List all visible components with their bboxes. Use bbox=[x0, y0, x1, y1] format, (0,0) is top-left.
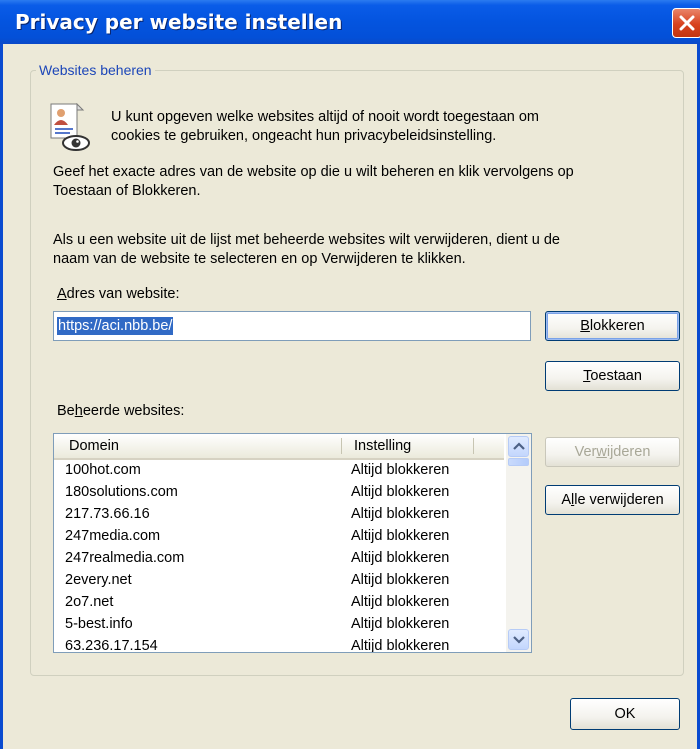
scroll-down-button[interactable] bbox=[508, 629, 529, 650]
privacy-report-icon bbox=[50, 103, 90, 151]
remove-all-button[interactable]: Alle verwijderen bbox=[545, 485, 680, 515]
scroll-thumb[interactable] bbox=[508, 458, 529, 466]
managed-websites-label: Beheerde websites: bbox=[57, 402, 184, 421]
allow-label: oestaan bbox=[590, 368, 642, 384]
table-row[interactable]: 5-best.info Altijd blokkeren bbox=[54, 615, 504, 637]
row-setting: Altijd blokkeren bbox=[351, 594, 450, 610]
block-accesskey: B bbox=[580, 318, 590, 334]
block-label: lokkeren bbox=[589, 318, 645, 334]
instructions-p2-line2: naam van de website te selecteren en op … bbox=[53, 251, 466, 267]
table-row[interactable]: 247realmedia.com Altijd blokkeren bbox=[54, 549, 504, 571]
column-header-domain[interactable]: Domein bbox=[69, 438, 119, 454]
list-header: Domein Instelling bbox=[54, 434, 504, 460]
remove-all-label-rest: le verwijderen bbox=[574, 492, 664, 508]
row-domain: 247media.com bbox=[65, 528, 161, 544]
window-title: Privacy per website instellen bbox=[15, 10, 343, 34]
remove-all-label-pre: A bbox=[561, 492, 571, 508]
row-setting: Altijd blokkeren bbox=[351, 484, 450, 500]
row-domain: 247realmedia.com bbox=[65, 550, 185, 566]
row-setting: Altijd blokkeren bbox=[351, 638, 450, 653]
column-separator[interactable] bbox=[473, 438, 474, 454]
managed-label-rest: eerde websites: bbox=[82, 403, 185, 419]
website-address-value: https://aci.nbb.be/ bbox=[57, 317, 174, 335]
address-label-rest: dres van website: bbox=[66, 286, 180, 302]
managed-websites-list[interactable]: Domein Instelling 100hot.com Altijd blok… bbox=[53, 433, 532, 653]
managed-label-accesskey: h bbox=[74, 403, 83, 419]
remove-label-pre: Ver bbox=[574, 444, 597, 460]
intro-text-line1: U kunt opgeven welke websites altijd of … bbox=[111, 109, 539, 125]
table-row[interactable]: 247media.com Altijd blokkeren bbox=[54, 527, 504, 549]
row-domain: 180solutions.com bbox=[65, 484, 178, 500]
row-domain: 217.73.66.16 bbox=[65, 506, 150, 522]
row-setting: Altijd blokkeren bbox=[351, 528, 450, 544]
table-row[interactable]: 180solutions.com Altijd blokkeren bbox=[54, 483, 504, 505]
close-icon bbox=[679, 15, 695, 31]
scroll-up-icon bbox=[513, 442, 525, 450]
remove-button[interactable]: Verwijderen bbox=[545, 437, 680, 467]
column-header-setting[interactable]: Instelling bbox=[354, 438, 411, 454]
allow-button[interactable]: Toestaan bbox=[545, 361, 680, 391]
instructions-p2-line1: Als u een website uit de lijst met behee… bbox=[53, 232, 560, 248]
ok-button[interactable]: OK bbox=[570, 698, 680, 730]
row-setting: Altijd blokkeren bbox=[351, 572, 450, 588]
list-vertical-scrollbar[interactable] bbox=[506, 434, 531, 652]
scroll-up-button[interactable] bbox=[508, 436, 529, 457]
row-domain: 63.236.17.154 bbox=[65, 638, 158, 653]
remove-accesskey: w bbox=[596, 444, 607, 460]
scroll-down-icon bbox=[513, 636, 525, 644]
table-row[interactable]: 100hot.com Altijd blokkeren bbox=[54, 461, 504, 483]
column-separator[interactable] bbox=[341, 438, 342, 454]
website-address-input[interactable]: https://aci.nbb.be/ bbox=[53, 311, 531, 341]
managed-label-pre: Be bbox=[57, 403, 75, 419]
table-row[interactable]: 63.236.17.154 Altijd blokkeren bbox=[54, 637, 504, 653]
address-label: Adres van website: bbox=[57, 285, 180, 304]
close-button[interactable] bbox=[672, 8, 700, 38]
instructions-p1-line1: Geef het exacte adres van de website op … bbox=[53, 164, 574, 180]
title-bar[interactable]: Privacy per website instellen bbox=[0, 0, 700, 44]
table-row[interactable]: 2o7.net Altijd blokkeren bbox=[54, 593, 504, 615]
row-domain: 2o7.net bbox=[65, 594, 114, 610]
group-legend: Websites beheren bbox=[36, 62, 155, 78]
table-row[interactable]: 217.73.66.16 Altijd blokkeren bbox=[54, 505, 504, 527]
row-setting: Altijd blokkeren bbox=[351, 462, 450, 478]
block-button[interactable]: Blokkeren bbox=[545, 311, 680, 341]
intro-text-line2: cookies te gebruiken, ongeacht hun priva… bbox=[111, 128, 497, 144]
address-label-accesskey: A bbox=[57, 286, 67, 302]
table-row[interactable]: 2every.net Altijd blokkeren bbox=[54, 571, 504, 593]
row-setting: Altijd blokkeren bbox=[351, 550, 450, 566]
remove-label-rest: ijderen bbox=[606, 444, 651, 460]
row-domain: 5-best.info bbox=[65, 616, 133, 632]
instructions-p1-line2: Toestaan of Blokkeren. bbox=[53, 183, 201, 199]
row-setting: Altijd blokkeren bbox=[351, 616, 450, 632]
row-domain: 100hot.com bbox=[65, 462, 141, 478]
row-setting: Altijd blokkeren bbox=[351, 506, 450, 522]
row-domain: 2every.net bbox=[65, 572, 132, 588]
